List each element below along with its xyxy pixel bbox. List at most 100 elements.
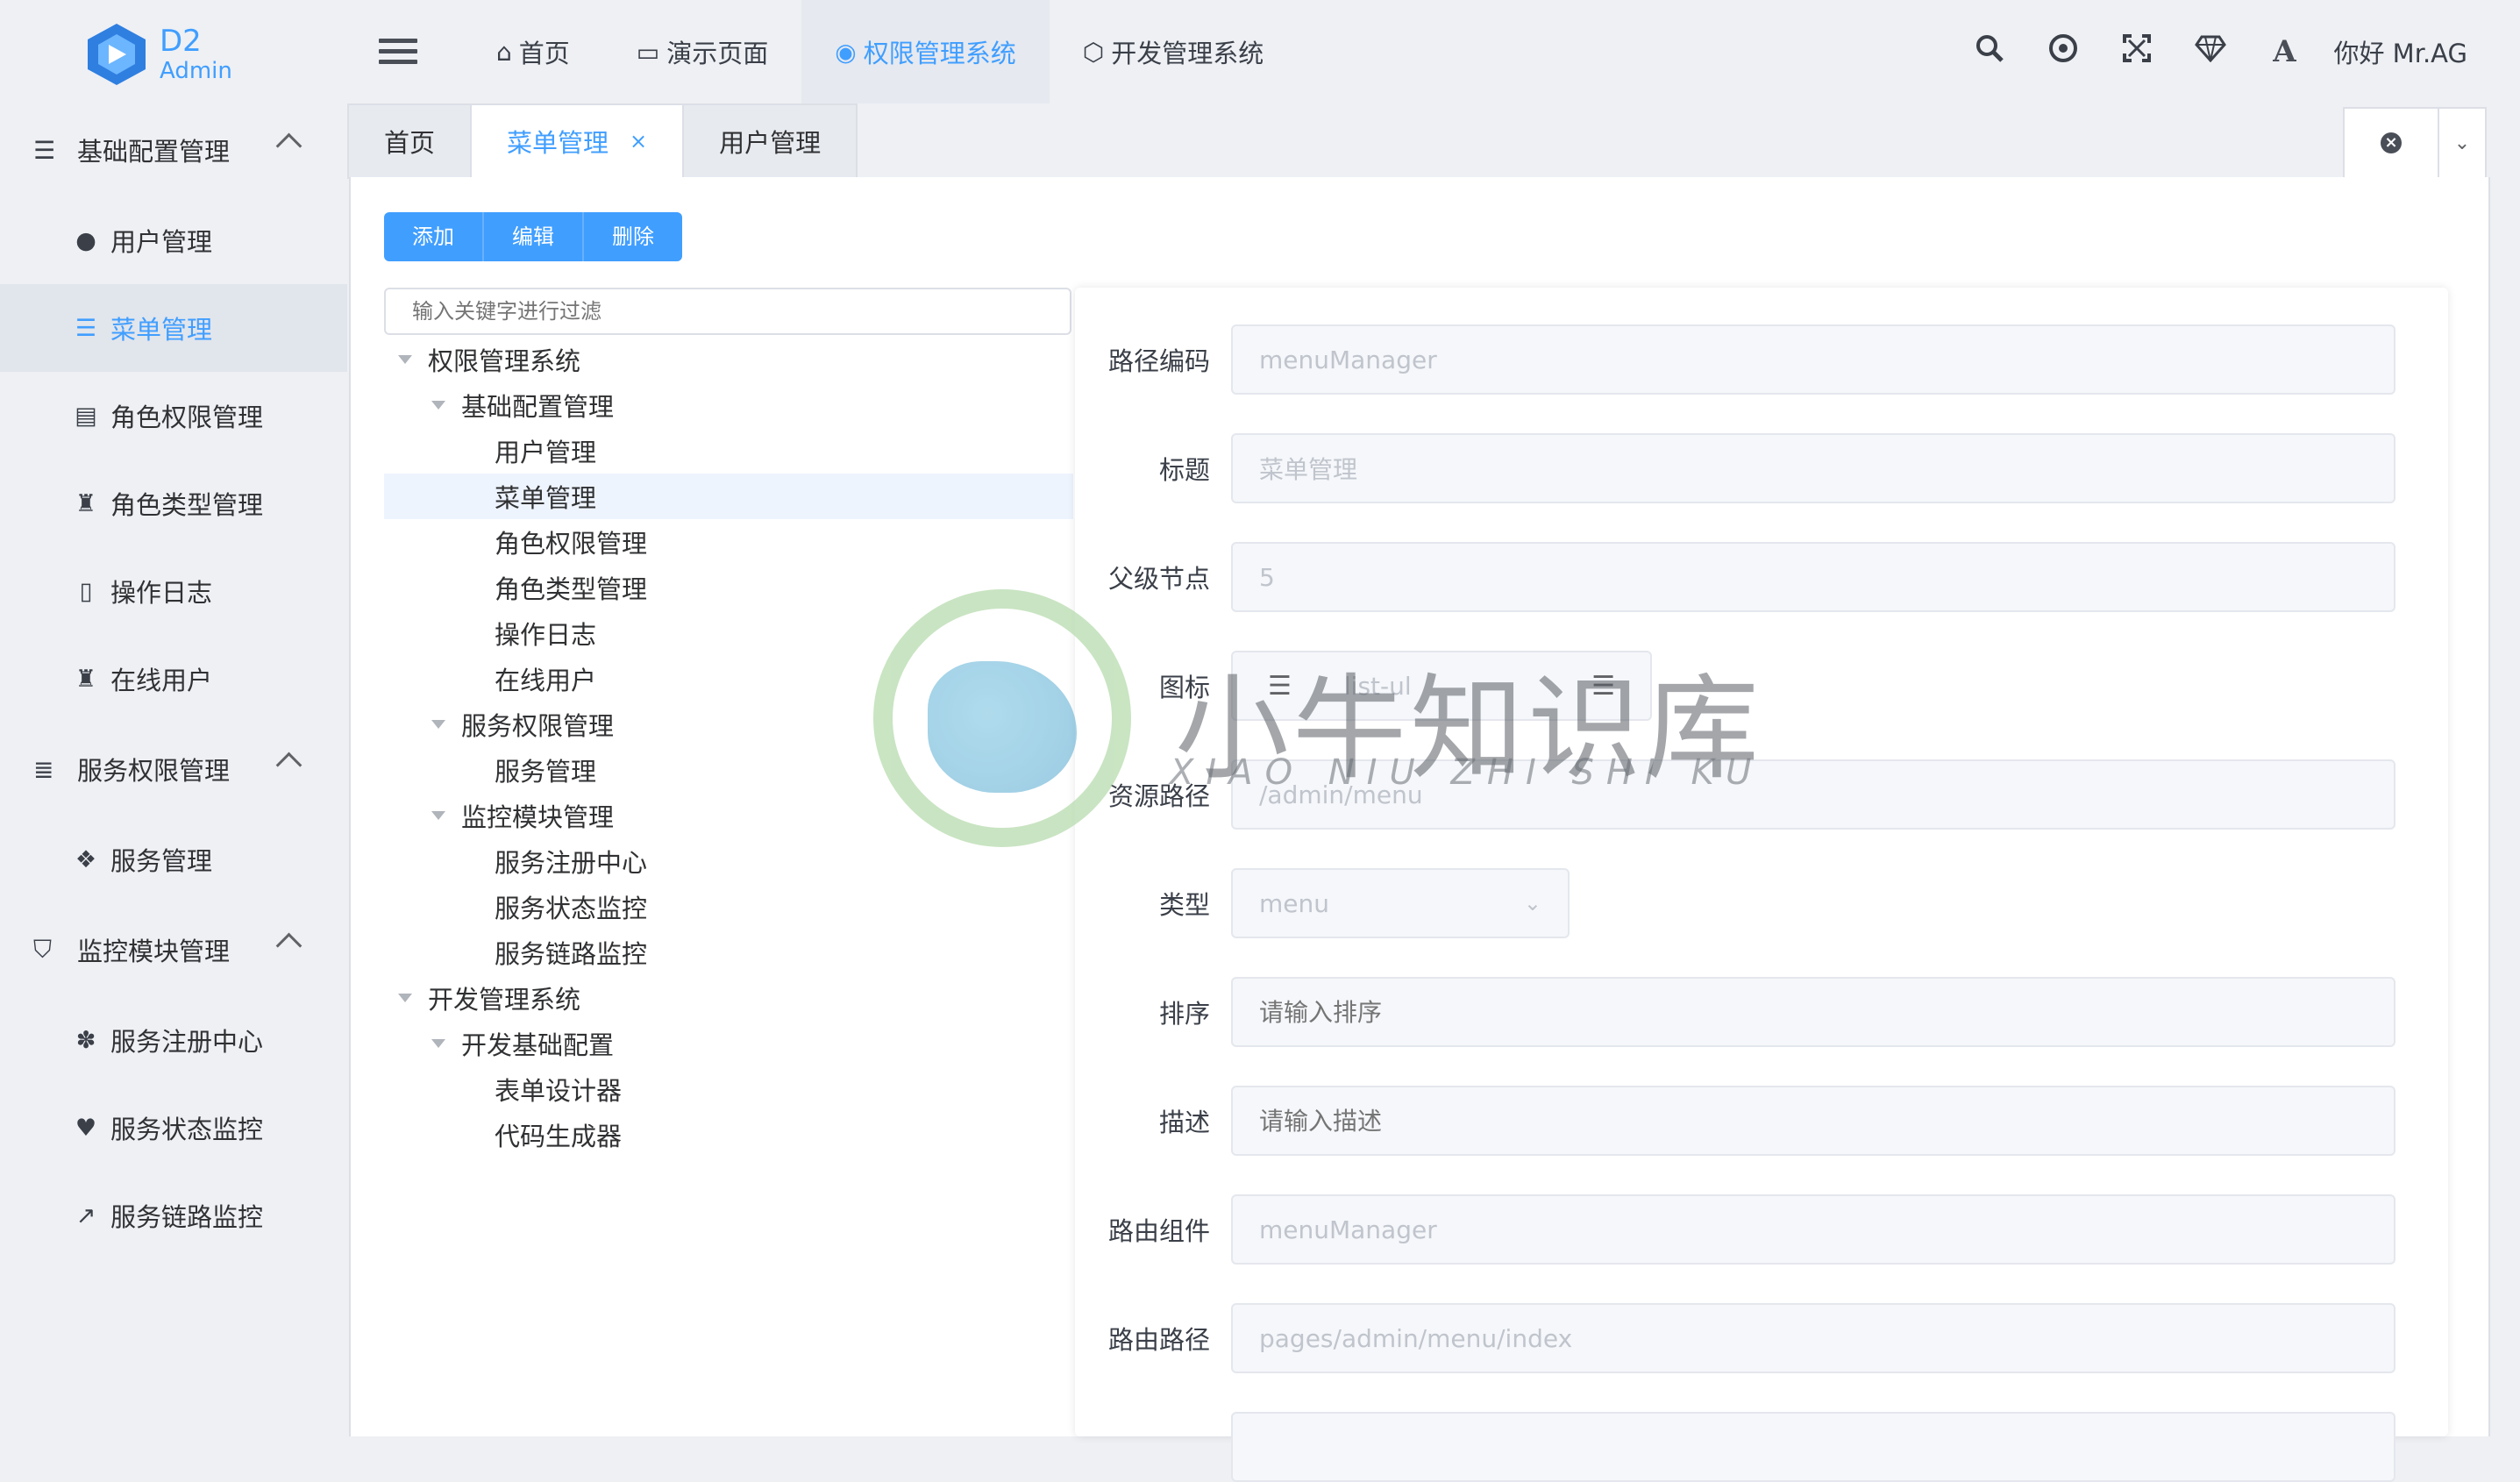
form-row-route: 路由路径 [1087,1303,2420,1373]
tree-node[interactable]: 表单设计器 [384,1066,1073,1112]
topmenu-home[interactable]: ⌂ 首页 [463,0,603,103]
d2-logo-icon [88,24,146,85]
sidebar-item-online-user[interactable]: ♜ 在线用户 [0,635,347,723]
page-tabs: 首页 菜单管理 × 用户管理 [347,103,858,179]
topmenu-label: 开发管理系统 [1111,39,1264,68]
sidebar-item-service-trace[interactable]: ↗ 服务链路监控 [0,1172,347,1259]
topmenu-demo[interactable]: ▭ 演示页面 [603,0,801,103]
chevron-down-icon: ⌄ [2453,132,2471,154]
tree-filter-input[interactable] [384,288,1071,335]
sidebar-item-label: 操作日志 [110,578,213,608]
file-icon: ▯ [79,577,93,605]
menu-toggle-icon[interactable] [379,39,417,74]
sidebar-item-operation-log[interactable]: ▯ 操作日志 [0,547,347,635]
tab-menu-manage[interactable]: 菜单管理 × [470,103,685,177]
watermark-logo [873,589,1131,847]
header-actions: A 你好 Mr.AG [1953,0,2467,103]
caret-down-icon[interactable] [431,720,445,729]
title-label: 标题 [1158,455,1210,485]
type-select[interactable]: menu ⌄ [1231,868,1570,938]
caret-down-icon[interactable] [431,1039,445,1048]
path-code-input[interactable] [1231,324,2395,395]
edit-button[interactable]: 编辑 [484,212,584,261]
tree-node-label: 菜单管理 [495,483,597,513]
tree-node[interactable]: 角色权限管理 [384,519,1073,565]
title-input[interactable] [1231,433,2395,503]
sidebar-item-role-type[interactable]: ♜ 角色类型管理 [0,460,347,547]
tree-node[interactable]: 用户管理 [384,428,1073,474]
sidebar-group-label: 服务权限管理 [77,756,231,786]
search-icon[interactable] [1953,32,2026,72]
user-greeting[interactable]: 你好 Mr.AG [2333,33,2467,70]
tree-node-label: 开发基础配置 [461,1030,615,1060]
caret-down-icon[interactable] [398,994,412,1002]
app-logo[interactable]: D2 Admin [82,19,302,89]
tree-node[interactable]: 菜单管理 [384,474,1073,519]
topmenu-label: 演示页面 [666,39,769,68]
parent-input[interactable] [1231,542,2395,612]
theme-diamond-icon[interactable] [2174,34,2247,70]
sidebar-item-label: 服务管理 [110,846,213,876]
form-row-partial [1087,1412,2420,1482]
chrome-icon: ◉ [835,37,857,67]
top-menu: ⌂ 首页 ▭ 演示页面 ◉ 权限管理系统 ⬡ 开发管理系统 [463,0,1297,103]
chevron-down-icon: ⌄ [1523,891,1541,916]
sidebar-group-monitor[interactable]: ⛉ 监控模块管理 [0,903,347,996]
shield-icon: ⛉ [33,935,53,964]
tree-node[interactable]: 代码生成器 [384,1112,1073,1158]
caret-down-icon[interactable] [398,355,412,364]
toolbar: 添加 编辑 删除 [384,212,682,261]
component-input[interactable] [1231,1194,2395,1265]
delete-button[interactable]: 删除 [584,212,682,261]
form-row-path-code: 路径编码 [1087,324,2420,395]
sidebar-group-service-permission[interactable]: ≣ 服务权限管理 [0,723,347,816]
tab-label: 首页 [384,128,436,158]
form-row-desc: 描述 [1087,1086,2420,1156]
tree-node[interactable]: 服务链路监控 [384,930,1073,975]
tree-node[interactable]: 开发基础配置 [384,1021,1073,1066]
tab-dropdown-button[interactable]: ⌄ [2439,109,2485,177]
sidebar-item-menu-manage[interactable]: ☰ 菜单管理 [0,284,347,372]
caret-down-icon[interactable] [431,811,445,820]
close-all-tabs-button[interactable]: × [2345,109,2439,177]
tab-user-manage[interactable]: 用户管理 [682,103,858,177]
tree-node[interactable]: 服务注册中心 [384,838,1073,884]
font-size-icon[interactable]: A [2247,34,2321,69]
tree-node[interactable]: 基础配置管理 [384,382,1073,428]
close-icon[interactable]: × [630,129,647,153]
tree-node[interactable]: 开发管理系统 [384,975,1073,1021]
topmenu-permission-system[interactable]: ◉ 权限管理系统 [801,0,1050,103]
topmenu-dev-system[interactable]: ⬡ 开发管理系统 [1050,0,1297,103]
user-icon: ● [75,226,96,254]
line-chart-icon: ↗ [75,1201,96,1229]
cubes-icon: ❖ [75,845,97,873]
topmenu-label: 首页 [518,39,570,68]
tree-node[interactable]: 服务状态监控 [384,884,1073,930]
sidebar-item-user-manage[interactable]: ● 用户管理 [0,196,347,284]
caret-down-icon[interactable] [431,401,445,410]
tree-node[interactable]: 权限管理系统 [384,337,1073,382]
path-code-label: 路径编码 [1107,346,1210,376]
tree-node-label: 角色权限管理 [495,529,648,559]
sidebar-item-service-status[interactable]: ♥ 服务状态监控 [0,1084,347,1172]
sidebar-group-basic-config[interactable]: ☰ 基础配置管理 [0,103,347,196]
target-icon[interactable] [2026,32,2100,72]
form-row-parent: 父级节点 [1087,542,2420,612]
watermark-subtext: XIAO NIU ZHI SHI KU [1170,752,1764,793]
list-ul-icon: ☰ [75,314,97,342]
sidebar-item-service-registry[interactable]: ✽ 服务注册中心 [0,996,347,1084]
folder-icon: ▭ [636,37,660,67]
tree-node-label: 角色类型管理 [495,574,648,604]
fullscreen-icon[interactable] [2100,33,2174,71]
heartbeat-icon: ♥ [75,1114,97,1142]
add-button[interactable]: 添加 [384,212,484,261]
sort-input[interactable] [1231,977,2395,1047]
sidebar-item-role-permission[interactable]: ▤ 角色权限管理 [0,372,347,460]
tree-node-label: 监控模块管理 [461,802,615,832]
route-input[interactable] [1231,1303,2395,1373]
tab-label: 用户管理 [719,128,822,158]
partial-input[interactable] [1231,1412,2395,1482]
desc-input[interactable] [1231,1086,2395,1156]
sidebar-item-service-manage[interactable]: ❖ 服务管理 [0,816,347,903]
tab-home[interactable]: 首页 [347,103,473,177]
